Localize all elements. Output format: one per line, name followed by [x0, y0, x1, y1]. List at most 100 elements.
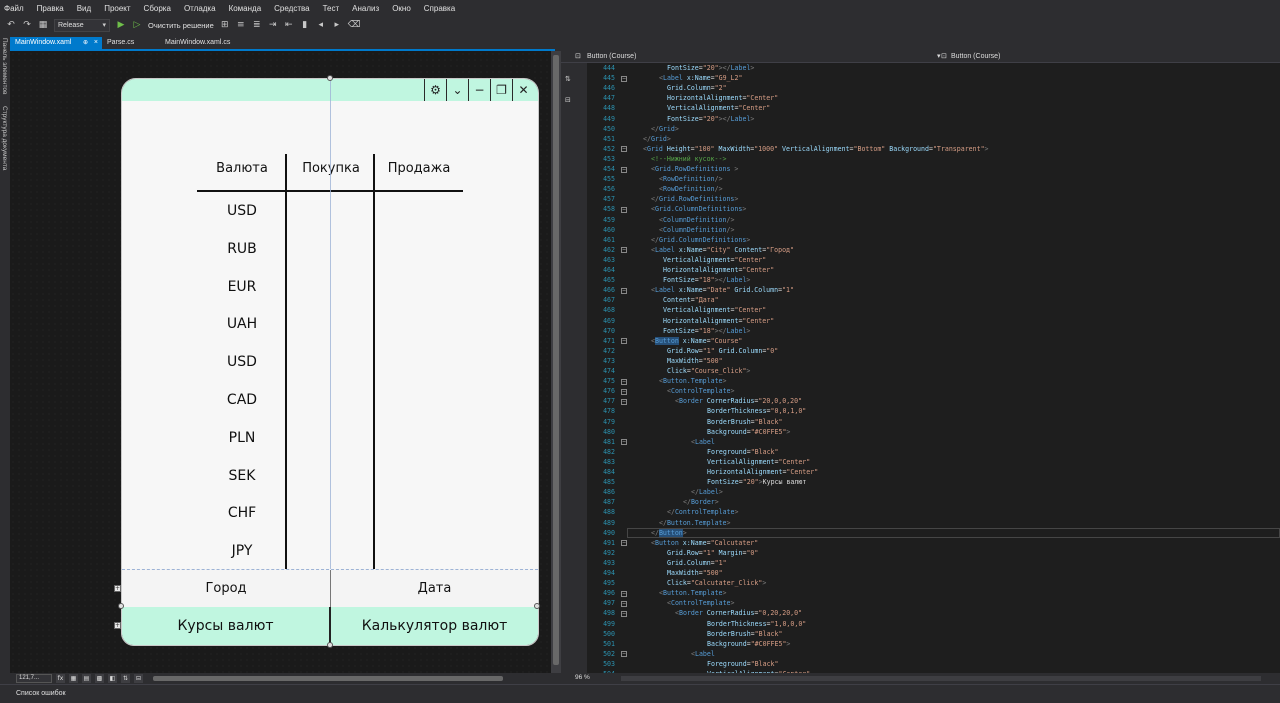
- collapse-icon[interactable]: ⊟: [565, 96, 571, 104]
- fold-toggle[interactable]: −: [621, 590, 627, 597]
- split-icon[interactable]: ⇅: [565, 75, 571, 83]
- fold-toggle[interactable]: −: [621, 146, 627, 153]
- snap-lines-icon[interactable]: ◧: [108, 674, 117, 683]
- tab-parse-cs[interactable]: Parse.cs: [102, 37, 160, 49]
- code-line[interactable]: <Grid Height="100" MaxWidth="1000" Verti…: [643, 145, 989, 153]
- code-line[interactable]: HorizontalAlignment="Center": [707, 468, 818, 476]
- start-icon[interactable]: ▶: [116, 20, 126, 30]
- code-line[interactable]: FontSize="20"></Label>: [667, 115, 754, 123]
- dropdown-icon[interactable]: ▾: [937, 51, 941, 63]
- code-line[interactable]: Grid.Row="1" Margin="0": [667, 549, 758, 557]
- comment-icon[interactable]: ≡: [236, 20, 246, 30]
- tab-mainwindow-xaml[interactable]: MainWindow.xaml ⊕ ×: [10, 37, 102, 49]
- menu-item[interactable]: Средства: [274, 4, 309, 13]
- scrollbar-thumb[interactable]: [553, 55, 559, 665]
- code-editor[interactable]: 444 FontSize="20"></Label> 445− <Label x:Na…: [587, 63, 1280, 673]
- chevron-down-icon[interactable]: ⌄: [446, 79, 468, 101]
- fold-toggle[interactable]: −: [621, 610, 627, 617]
- grid-icon[interactable]: ▦: [69, 674, 78, 683]
- code-line[interactable]: VerticalAlignment="Center": [707, 458, 810, 466]
- indent-icon[interactable]: ⇥: [268, 20, 278, 30]
- course-button[interactable]: Курсы валют: [122, 607, 330, 645]
- close-tab-icon[interactable]: ×: [94, 37, 98, 49]
- xaml-designer[interactable]: ⚙ ⌄ − ❐ ✕ Валюта Покупка Продажа USD RUB E…: [10, 51, 551, 673]
- start-without-debug-icon[interactable]: ▷: [132, 20, 142, 30]
- artboard-icon[interactable]: ▩: [95, 674, 104, 683]
- prev-bookmark-icon[interactable]: ◂: [316, 20, 326, 30]
- code-line[interactable]: Foreground="Black": [707, 448, 778, 456]
- editor-zoom[interactable]: 96 %: [575, 674, 590, 681]
- fold-toggle[interactable]: −: [621, 439, 627, 446]
- fold-toggle[interactable]: −: [621, 338, 627, 345]
- pin-icon[interactable]: ⊕: [83, 37, 88, 49]
- resize-handle[interactable]: [534, 603, 540, 609]
- outdent-icon[interactable]: ⇤: [284, 20, 294, 30]
- code-line[interactable]: Click="Calcutater_Click">: [667, 579, 766, 587]
- menu-item[interactable]: Правка: [37, 4, 64, 13]
- code-line[interactable]: FontSize="20"></Label>: [667, 64, 754, 72]
- code-line[interactable]: <Button x:Name="Course": [651, 336, 742, 345]
- settings-icon[interactable]: ⚙: [424, 79, 446, 101]
- code-line[interactable]: FontSize="20">Курсы валют: [707, 478, 806, 486]
- menu-item[interactable]: Анализ: [352, 4, 379, 13]
- uncomment-icon[interactable]: ≣: [252, 20, 262, 30]
- fold-toggle[interactable]: −: [621, 388, 627, 395]
- clean-solution-button[interactable]: Очистить решение: [148, 21, 214, 30]
- fold-toggle[interactable]: −: [621, 600, 627, 607]
- fold-toggle[interactable]: −: [621, 75, 627, 82]
- code-line[interactable]: Grid.Column="2": [667, 84, 727, 92]
- fold-toggle[interactable]: −: [621, 287, 627, 294]
- code-line[interactable]: <Label x:Name="City" Content="Город": [651, 246, 794, 254]
- fold-toggle[interactable]: −: [621, 398, 627, 405]
- breadcrumb-right[interactable]: Button (Course): [951, 51, 1000, 63]
- code-line[interactable]: <!--Нижний кусок-->: [651, 155, 726, 163]
- code-line[interactable]: <ControlTemplate>: [667, 387, 735, 395]
- code-line[interactable]: Grid.Column="1": [667, 559, 727, 567]
- resize-handle[interactable]: [327, 642, 333, 648]
- code-line[interactable]: HorizontalAlignment="Center": [663, 266, 774, 274]
- menu-item[interactable]: Проект: [104, 4, 130, 13]
- code-line[interactable]: Grid.Row="1" Grid.Column="0": [667, 347, 778, 355]
- code-line[interactable]: Background="#C0FFE5">: [707, 428, 790, 436]
- code-line[interactable]: <RowDefinition/>: [659, 185, 723, 193]
- undo-icon[interactable]: ↶: [6, 20, 16, 30]
- code-line[interactable]: <ControlTemplate>: [667, 599, 735, 607]
- code-line[interactable]: Background="#C0FFE5">: [707, 640, 790, 648]
- build-icon[interactable]: ⊞: [220, 20, 230, 30]
- code-line[interactable]: HorizontalAlignment="Center": [663, 317, 774, 325]
- error-list-tab[interactable]: Список ошибок: [16, 690, 66, 697]
- code-line[interactable]: </Label>: [691, 488, 723, 496]
- code-line[interactable]: BorderBrush="Black": [707, 630, 782, 638]
- menu-item[interactable]: Сборка: [144, 4, 171, 13]
- code-line[interactable]: FontSize="18"></Label>: [663, 327, 750, 335]
- code-line[interactable]: VerticalAlignment="Center": [663, 306, 766, 314]
- menu-item[interactable]: Тест: [323, 4, 340, 13]
- designer-zoom[interactable]: 121,7...: [16, 674, 52, 683]
- code-line[interactable]: HorizontalAlignment="Center": [667, 94, 778, 102]
- document-outline-tab[interactable]: Структура документа: [1, 106, 8, 170]
- code-line[interactable]: <Border CornerRadius="0,20,20,0": [675, 609, 802, 617]
- snap-grid-icon[interactable]: ▤: [82, 674, 91, 683]
- fold-toggle[interactable]: −: [621, 540, 627, 547]
- fold-toggle[interactable]: −: [621, 378, 627, 385]
- code-line[interactable]: <Button.Template>: [659, 589, 727, 597]
- swap-icon[interactable]: ⇅: [121, 674, 130, 683]
- code-line[interactable]: <ColumnDefinition/>: [659, 226, 734, 234]
- code-line[interactable]: <RowDefinition/>: [659, 175, 723, 183]
- menu-item[interactable]: Отладка: [184, 4, 216, 13]
- code-line[interactable]: </Button.Template>: [659, 519, 730, 527]
- code-line[interactable]: <Label: [691, 438, 715, 446]
- code-line[interactable]: <Button.Template>: [659, 377, 727, 385]
- code-line[interactable]: VerticalAlignment="Center": [667, 104, 770, 112]
- code-line[interactable]: BorderThickness="0,0,1,0": [707, 407, 806, 415]
- split-icon[interactable]: ⊟: [134, 674, 143, 683]
- code-line[interactable]: Click="Course_Click">: [667, 367, 750, 375]
- menu-item[interactable]: Справка: [424, 4, 455, 13]
- code-line[interactable]: <Label x:Name="G9_L2": [659, 74, 742, 82]
- fold-toggle[interactable]: −: [621, 206, 627, 213]
- fold-toggle[interactable]: −: [621, 651, 627, 658]
- menu-item[interactable]: Окно: [392, 4, 411, 13]
- formula-icon[interactable]: fx: [56, 674, 65, 683]
- bookmark-icon[interactable]: ▮: [300, 20, 310, 30]
- app-window-preview[interactable]: ⚙ ⌄ − ❐ ✕ Валюта Покупка Продажа USD RUB E…: [121, 78, 539, 646]
